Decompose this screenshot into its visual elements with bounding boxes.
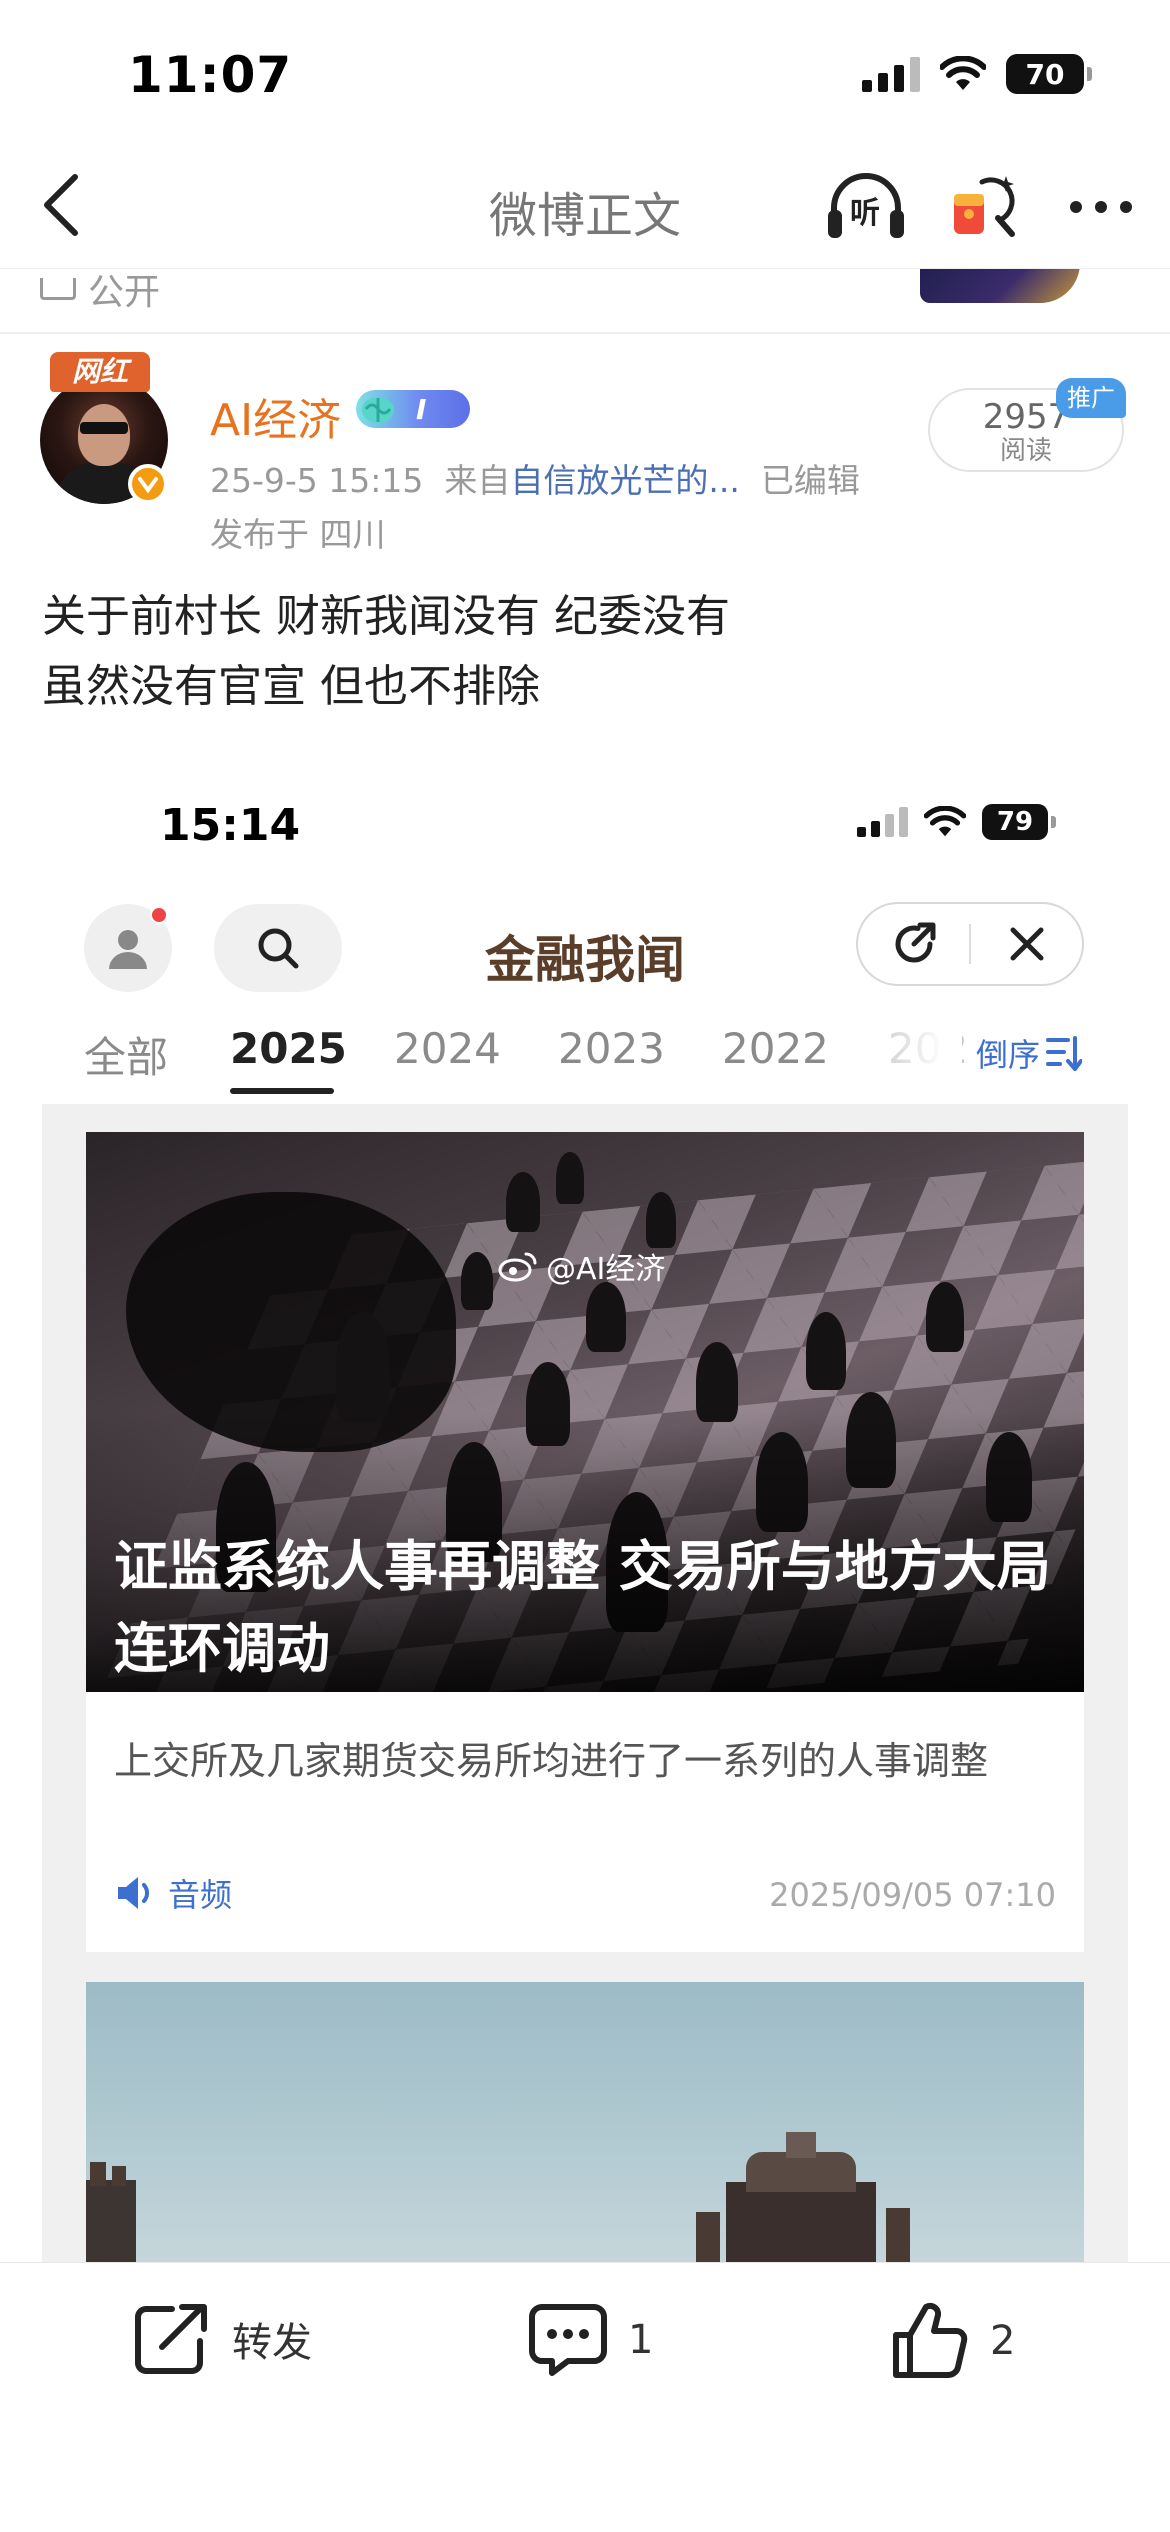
embedded-cellular-icon xyxy=(857,807,908,837)
embedded-status-time: 15:14 xyxy=(160,800,301,851)
tab-2023: 2023 xyxy=(558,1024,665,1073)
post-meta: 25-9-5 15:15 来自自信放光芒的... 已编辑 xyxy=(210,454,860,502)
embedded-status-bar: 15:14 79 xyxy=(42,770,1128,880)
watermark-text: @AI经济 xyxy=(546,1252,666,1287)
post-body: 关于前村长 财新我闻没有 纪委没有 虽然没有官宣 但也不排除 xyxy=(42,582,730,722)
comment-button[interactable]: 1 xyxy=(528,2301,653,2379)
brain-icon xyxy=(362,397,394,423)
post-action-bar: 转发 1 2 xyxy=(0,2262,1170,2532)
listen-button[interactable]: 听 xyxy=(826,168,904,246)
audio-button: 音频 xyxy=(114,1870,232,1916)
post-text-line: 关于前村长 财新我闻没有 纪委没有 xyxy=(42,591,730,642)
lock-icon xyxy=(40,278,76,300)
article-description: 上交所及几家期货交易所均进行了一系列的人事调整 xyxy=(114,1739,989,1783)
battery-level: 70 xyxy=(1006,54,1084,94)
previous-post-remnant: 公开 xyxy=(0,268,1170,332)
verified-icon xyxy=(128,464,168,504)
share-arrow-icon xyxy=(895,922,935,963)
article-card: @AI经济 证监系统人事再调整 交易所与地方大局连环调动 上交所及几家期货交易所… xyxy=(86,1132,1084,1952)
listen-label: 听 xyxy=(850,196,880,231)
level-number: I xyxy=(416,392,427,426)
author-name[interactable]: AI经济 xyxy=(210,384,341,448)
mini-program-capsule xyxy=(856,902,1084,986)
embedded-screenshot[interactable]: 15:14 79 金融我闻 全部 2025 2024 2023 2022 倒序 … xyxy=(42,770,1128,2262)
repost-button[interactable]: 转发 xyxy=(132,2301,312,2377)
visibility-indicator: 公开 xyxy=(40,269,161,315)
embedded-header: 金融我闻 xyxy=(42,896,1128,996)
embedded-battery-level: 79 xyxy=(982,804,1048,840)
like-count: 2 xyxy=(990,2318,1016,2364)
repost-icon xyxy=(135,2304,207,2374)
visibility-label: 公开 xyxy=(88,272,161,313)
embedded-battery-icon: 79 xyxy=(982,804,1056,840)
sort-order-toggle: 倒序 xyxy=(976,1030,1083,1076)
sort-label: 倒序 xyxy=(976,1036,1041,1074)
article-date: 2025/09/05 07:10 xyxy=(769,1876,1056,1914)
post-text-line: 虽然没有官宣 但也不排除 xyxy=(42,661,540,712)
chess-image: @AI经济 证监系统人事再调整 交易所与地方大局连环调动 xyxy=(86,1132,1084,1692)
active-tab-indicator xyxy=(230,1088,334,1094)
influencer-badge: 网红 xyxy=(50,352,150,392)
tab-2022: 2022 xyxy=(722,1024,829,1073)
post-time: 25-9-5 15:15 xyxy=(210,461,424,500)
weibo-logo-icon xyxy=(498,1252,537,1282)
close-icon xyxy=(1010,927,1043,961)
thumbs-up-icon xyxy=(893,2302,968,2378)
nav-actions: 听 xyxy=(826,168,1140,246)
post-source-link[interactable]: 自信放光芒的... xyxy=(510,461,739,500)
comment-icon xyxy=(529,2304,607,2376)
level-badge[interactable]: I xyxy=(356,390,470,428)
post-location: 发布于 四川 xyxy=(210,515,386,554)
audio-label: 音频 xyxy=(168,1876,233,1914)
more-button[interactable] xyxy=(1062,168,1140,246)
read-count-label: 阅读 xyxy=(999,436,1052,466)
red-packet-button[interactable] xyxy=(944,168,1022,246)
sort-descending-icon xyxy=(1046,1036,1083,1071)
divider xyxy=(0,332,1170,334)
red-packet-search-icon xyxy=(954,176,1015,237)
edited-label[interactable]: 已编辑 xyxy=(761,461,860,500)
tab-all: 全部 xyxy=(84,1033,169,1082)
article-title: 证监系统人事再调整 交易所与地方大局连环调动 xyxy=(114,1535,1051,1680)
wifi-icon xyxy=(940,56,986,90)
cellular-signal-icon xyxy=(862,56,920,92)
speaker-icon xyxy=(118,1877,149,1909)
status-icons: 70 xyxy=(862,54,1092,94)
nav-bar: 微博正文 听 xyxy=(0,150,1170,268)
repost-label: 转发 xyxy=(232,2320,312,2366)
tab-2024: 2024 xyxy=(394,1024,501,1073)
like-button[interactable]: 2 xyxy=(890,2301,1015,2381)
embedded-feed: @AI经济 证监系统人事再调整 交易所与地方大局连环调动 上交所及几家期货交易所… xyxy=(42,1104,1128,2262)
author-avatar[interactable]: 网红 xyxy=(40,352,170,504)
embedded-wifi-icon xyxy=(924,806,966,837)
share-capsule-button xyxy=(858,904,969,984)
comment-count: 1 xyxy=(628,2317,654,2363)
image-watermark: @AI经济 xyxy=(498,1244,665,1288)
status-bar: 11:07 70 xyxy=(0,0,1170,150)
close-capsule-button xyxy=(971,904,1082,984)
next-article-image xyxy=(86,1982,1084,2262)
more-dots-icon xyxy=(1070,201,1132,213)
embedded-year-tabs: 全部 2025 2024 2023 2022 202 倒序 xyxy=(42,1016,1128,1096)
promote-tag[interactable]: 推广 xyxy=(1056,378,1126,418)
source-prefix: 来自 xyxy=(444,461,511,500)
tab-2025: 2025 xyxy=(230,1024,347,1073)
status-time: 11:07 xyxy=(128,46,293,104)
tab-fade xyxy=(872,1016,962,1086)
previous-post-image xyxy=(920,269,1080,303)
battery-icon: 70 xyxy=(1006,54,1092,94)
embedded-status-icons: 79 xyxy=(857,804,1056,840)
